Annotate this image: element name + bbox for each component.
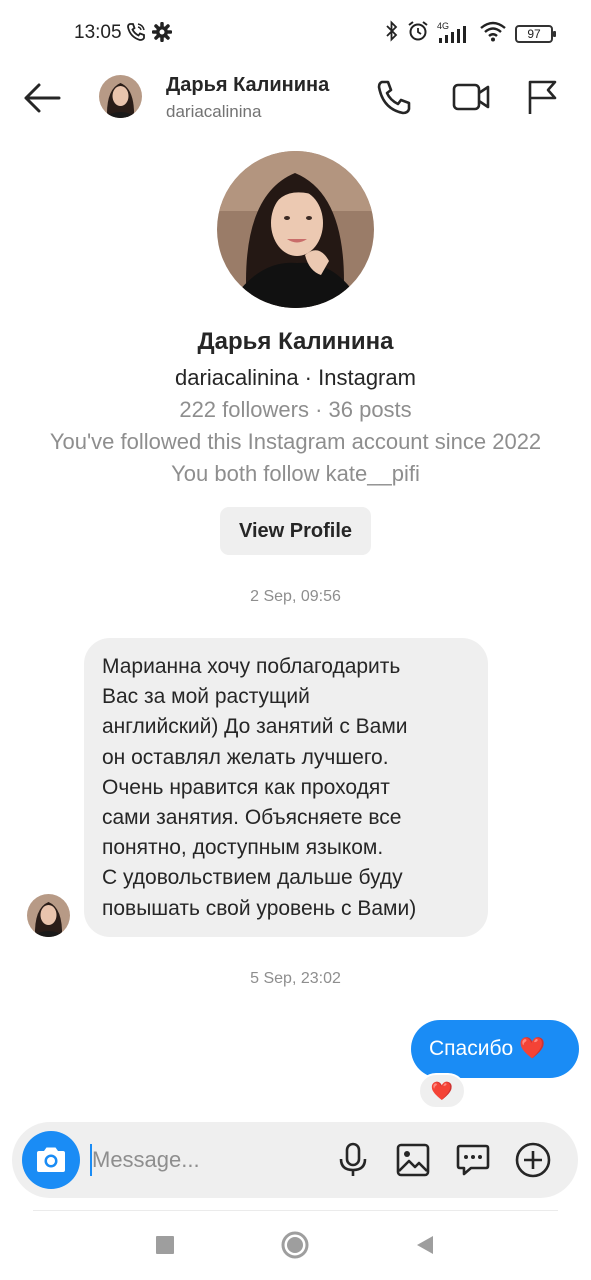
profile-avatar[interactable]: [217, 151, 374, 308]
header-contact-name[interactable]: Дарья Калинина: [166, 74, 329, 97]
video-icon: [452, 83, 490, 111]
profile-mutual-follow: You both follow kate__pifi: [171, 461, 420, 486]
video-call-button[interactable]: [451, 78, 490, 116]
report-button[interactable]: [524, 78, 562, 116]
profile-followed-since: You've followed this Instagram account s…: [49, 429, 542, 454]
header-contact-username: dariacalinina: [166, 102, 262, 121]
phone-icon: [377, 80, 411, 115]
sticker-button[interactable]: [453, 1140, 493, 1180]
recents-button[interactable]: [150, 1230, 180, 1260]
microphone-icon: [339, 1142, 367, 1176]
camera-icon: [37, 1147, 65, 1172]
status-bar: 13:05 4G 97: [0, 0, 591, 64]
nav-divider: [33, 1210, 558, 1211]
more-options-button[interactable]: [513, 1140, 553, 1180]
message-line: Марианна хочу поблагодарить: [102, 655, 401, 678]
message-timestamp: 5 Sep, 23:02: [250, 970, 341, 987]
message-line: Вас за мой растущий: [102, 685, 310, 709]
back-button[interactable]: [22, 80, 62, 116]
chat-header: Дарья Калинина dariacalinina: [0, 64, 591, 130]
message-input[interactable]: [92, 1140, 312, 1180]
alarm-icon: [407, 20, 429, 47]
triangle-back-icon: [417, 1236, 433, 1254]
signal-4g-icon: 4G: [437, 21, 471, 45]
message-line: английский) До занятий с Вами: [102, 715, 408, 739]
message-text: Спасибо: [429, 1037, 514, 1060]
back-nav-button[interactable]: [410, 1230, 440, 1260]
camera-button[interactable]: [22, 1131, 80, 1189]
bluetooth-icon: [385, 20, 399, 47]
header-avatar[interactable]: [99, 75, 142, 118]
home-button[interactable]: [280, 1230, 310, 1260]
plus-icon: [515, 1142, 551, 1178]
incoming-message-bubble[interactable]: Марианна хочу поблагодарить Вас за мой р…: [84, 638, 488, 937]
outgoing-message-bubble[interactable]: Спасибо ❤️: [411, 1020, 579, 1078]
message-line: он оставлял желать лучшего.: [102, 745, 389, 769]
battery-icon: 97: [515, 24, 556, 43]
sender-avatar[interactable]: [27, 894, 70, 937]
flag-icon: [528, 80, 557, 114]
gallery-button[interactable]: [393, 1140, 433, 1180]
status-time: 13:05: [74, 22, 122, 43]
heart-reaction-icon: ❤️: [430, 1080, 454, 1101]
message-line: сами занятия. Объясняете все: [102, 806, 402, 830]
profile-name: Дарья Калинина: [197, 328, 394, 355]
heart-emoji: ❤️: [519, 1037, 546, 1060]
view-profile-button[interactable]: View Profile: [220, 507, 371, 555]
message-line: понятно, доступным языком.: [102, 836, 384, 860]
wifi-icon: [479, 20, 507, 47]
message-timestamp: 2 Sep, 09:56: [250, 588, 341, 605]
profile-subtitle: dariacalinina · Instagram: [175, 365, 416, 390]
profile-stats: 222 followers · 36 posts: [179, 397, 412, 422]
message-line: С удовольствием дальше буду: [102, 866, 403, 890]
heart-reaction[interactable]: ❤️: [418, 1073, 466, 1109]
circle-icon: [281, 1231, 309, 1259]
message-line: Очень нравится как проходят: [102, 775, 390, 799]
square-icon: [156, 1236, 174, 1254]
message-line: повышать свой уровень с Вами): [102, 896, 417, 920]
wifi-calling-icon: [126, 22, 146, 47]
sticker-icon: [456, 1144, 490, 1176]
back-arrow-icon: [24, 83, 61, 113]
phone-call-button[interactable]: [375, 78, 413, 116]
settings-gear-icon: [151, 21, 173, 47]
voice-message-button[interactable]: [333, 1140, 373, 1180]
message-composer: [12, 1122, 578, 1198]
image-icon: [396, 1143, 430, 1177]
